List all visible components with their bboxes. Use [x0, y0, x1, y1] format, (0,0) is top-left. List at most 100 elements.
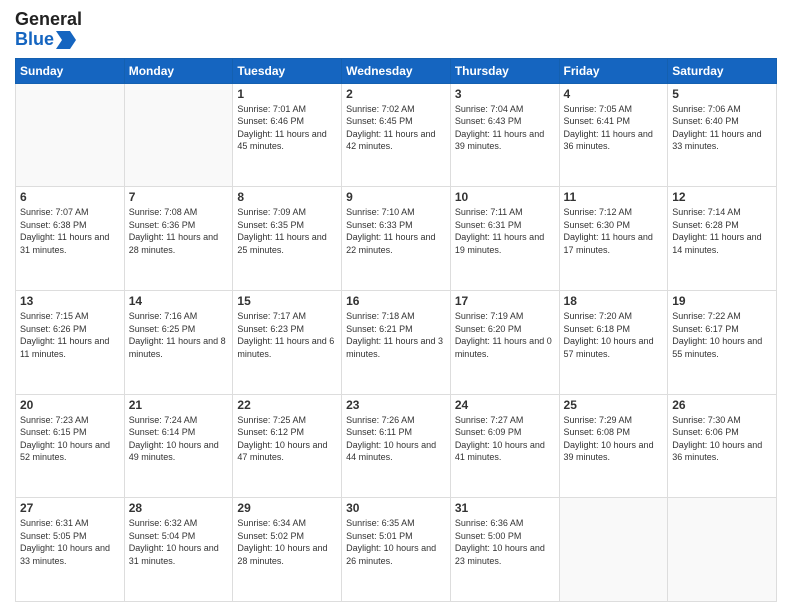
calendar-cell: 26 Sunrise: 7:30 AMSunset: 6:06 PMDayligh… [668, 394, 777, 498]
calendar-cell: 15 Sunrise: 7:17 AMSunset: 6:23 PMDayligh… [233, 290, 342, 394]
day-number: 21 [129, 398, 229, 412]
day-info: Sunrise: 7:22 AMSunset: 6:17 PMDaylight:… [672, 310, 772, 360]
day-info: Sunrise: 7:10 AMSunset: 6:33 PMDaylight:… [346, 206, 446, 256]
week-row-1: 1Sunrise: 7:01 AMSunset: 6:46 PMDaylight… [16, 83, 777, 187]
calendar-cell: 19Sunrise: 7:22 AMSunset: 6:17 PMDayligh… [668, 290, 777, 394]
calendar-cell [559, 498, 668, 602]
day-number: 18 [564, 294, 664, 308]
day-number: 15 [237, 294, 337, 308]
week-row-5: 27 Sunrise: 6:31 AMSunset: 5:05 PMDayligh… [16, 498, 777, 602]
calendar-cell: 2 Sunrise: 7:02 AMSunset: 6:45 PMDaylight… [342, 83, 451, 187]
calendar-cell: 16 Sunrise: 7:18 AMSunset: 6:21 PMDayligh… [342, 290, 451, 394]
calendar-cell: 21Sunrise: 7:24 AMSunset: 6:14 PMDayligh… [124, 394, 233, 498]
day-info: Sunrise: 6:34 AMSunset: 5:02 PMDaylight:… [237, 517, 337, 567]
weekday-thursday: Thursday [450, 58, 559, 83]
calendar-cell [124, 83, 233, 187]
day-info: Sunrise: 7:08 AMSunset: 6:36 PMDaylight:… [129, 206, 229, 256]
day-info: Sunrise: 7:15 AMSunset: 6:26 PMDaylight:… [20, 310, 120, 360]
calendar-cell: 17 Sunrise: 7:19 AMSunset: 6:20 PMDayligh… [450, 290, 559, 394]
day-info: Sunrise: 6:31 AMSunset: 5:05 PMDaylight:… [20, 517, 120, 567]
day-number: 16 [346, 294, 446, 308]
weekday-header-row: SundayMondayTuesdayWednesdayThursdayFrid… [16, 58, 777, 83]
weekday-tuesday: Tuesday [233, 58, 342, 83]
day-number: 10 [455, 190, 555, 204]
calendar-cell [16, 83, 125, 187]
day-info: Sunrise: 7:04 AMSunset: 6:43 PMDaylight:… [455, 103, 555, 153]
day-number: 5 [672, 87, 772, 101]
day-info: Sunrise: 7:30 AMSunset: 6:06 PMDaylight:… [672, 414, 772, 464]
day-number: 23 [346, 398, 446, 412]
calendar-cell: 30Sunrise: 6:35 AMSunset: 5:01 PMDayligh… [342, 498, 451, 602]
day-number: 12 [672, 190, 772, 204]
calendar-cell: 31 Sunrise: 6:36 AMSunset: 5:00 PMDayligh… [450, 498, 559, 602]
calendar-cell: 22Sunrise: 7:25 AMSunset: 6:12 PMDayligh… [233, 394, 342, 498]
calendar-cell: 6 Sunrise: 7:07 AMSunset: 6:38 PMDaylight… [16, 187, 125, 291]
day-number: 26 [672, 398, 772, 412]
day-info: Sunrise: 7:23 AMSunset: 6:15 PMDaylight:… [20, 414, 120, 464]
day-number: 13 [20, 294, 120, 308]
calendar-cell: 13 Sunrise: 7:15 AMSunset: 6:26 PMDayligh… [16, 290, 125, 394]
day-number: 22 [237, 398, 337, 412]
week-row-3: 13 Sunrise: 7:15 AMSunset: 6:26 PMDayligh… [16, 290, 777, 394]
day-info: Sunrise: 7:19 AMSunset: 6:20 PMDaylight:… [455, 310, 555, 360]
day-number: 25 [564, 398, 664, 412]
day-number: 28 [129, 501, 229, 515]
day-info: Sunrise: 7:09 AMSunset: 6:35 PMDaylight:… [237, 206, 337, 256]
day-number: 9 [346, 190, 446, 204]
day-info: Sunrise: 7:11 AMSunset: 6:31 PMDaylight:… [455, 206, 555, 256]
calendar-cell: 12 Sunrise: 7:14 AMSunset: 6:28 PMDayligh… [668, 187, 777, 291]
logo: General Blue [15, 10, 82, 50]
calendar-cell: 5 Sunrise: 7:06 AMSunset: 6:40 PMDaylight… [668, 83, 777, 187]
weekday-saturday: Saturday [668, 58, 777, 83]
calendar-cell: 8 Sunrise: 7:09 AMSunset: 6:35 PMDaylight… [233, 187, 342, 291]
calendar-cell: 7 Sunrise: 7:08 AMSunset: 6:36 PMDaylight… [124, 187, 233, 291]
day-info: Sunrise: 7:07 AMSunset: 6:38 PMDaylight:… [20, 206, 120, 256]
calendar-table: SundayMondayTuesdayWednesdayThursdayFrid… [15, 58, 777, 602]
weekday-friday: Friday [559, 58, 668, 83]
day-number: 29 [237, 501, 337, 515]
day-number: 6 [20, 190, 120, 204]
day-number: 27 [20, 501, 120, 515]
day-info: Sunrise: 7:06 AMSunset: 6:40 PMDaylight:… [672, 103, 772, 153]
day-info: Sunrise: 7:16 AMSunset: 6:25 PMDaylight:… [129, 310, 229, 360]
day-info: Sunrise: 7:26 AMSunset: 6:11 PMDaylight:… [346, 414, 446, 464]
logo-arrow-icon [56, 31, 76, 49]
calendar-cell: 24 Sunrise: 7:27 AMSunset: 6:09 PMDayligh… [450, 394, 559, 498]
weekday-monday: Monday [124, 58, 233, 83]
day-number: 20 [20, 398, 120, 412]
day-number: 3 [455, 87, 555, 101]
day-info: Sunrise: 7:27 AMSunset: 6:09 PMDaylight:… [455, 414, 555, 464]
calendar-cell: 10 Sunrise: 7:11 AMSunset: 6:31 PMDayligh… [450, 187, 559, 291]
day-number: 4 [564, 87, 664, 101]
calendar-cell: 28Sunrise: 6:32 AMSunset: 5:04 PMDayligh… [124, 498, 233, 602]
day-info: Sunrise: 7:18 AMSunset: 6:21 PMDaylight:… [346, 310, 446, 360]
day-number: 17 [455, 294, 555, 308]
calendar-cell: 3 Sunrise: 7:04 AMSunset: 6:43 PMDaylight… [450, 83, 559, 187]
day-info: Sunrise: 7:14 AMSunset: 6:28 PMDaylight:… [672, 206, 772, 256]
calendar-cell [668, 498, 777, 602]
calendar-cell: 20 Sunrise: 7:23 AMSunset: 6:15 PMDayligh… [16, 394, 125, 498]
calendar-cell: 25 Sunrise: 7:29 AMSunset: 6:08 PMDayligh… [559, 394, 668, 498]
week-row-4: 20 Sunrise: 7:23 AMSunset: 6:15 PMDayligh… [16, 394, 777, 498]
day-info: Sunrise: 7:20 AMSunset: 6:18 PMDaylight:… [564, 310, 664, 360]
day-number: 8 [237, 190, 337, 204]
header: General Blue [15, 10, 777, 50]
day-number: 31 [455, 501, 555, 515]
day-info: Sunrise: 7:29 AMSunset: 6:08 PMDaylight:… [564, 414, 664, 464]
day-number: 24 [455, 398, 555, 412]
day-info: Sunrise: 7:17 AMSunset: 6:23 PMDaylight:… [237, 310, 337, 360]
calendar-cell: 4 Sunrise: 7:05 AMSunset: 6:41 PMDaylight… [559, 83, 668, 187]
day-info: Sunrise: 7:05 AMSunset: 6:41 PMDaylight:… [564, 103, 664, 153]
weekday-wednesday: Wednesday [342, 58, 451, 83]
weekday-sunday: Sunday [16, 58, 125, 83]
calendar-cell: 9 Sunrise: 7:10 AMSunset: 6:33 PMDaylight… [342, 187, 451, 291]
calendar-cell: 14Sunrise: 7:16 AMSunset: 6:25 PMDayligh… [124, 290, 233, 394]
day-info: Sunrise: 6:35 AMSunset: 5:01 PMDaylight:… [346, 517, 446, 567]
day-info: Sunrise: 6:36 AMSunset: 5:00 PMDaylight:… [455, 517, 555, 567]
day-number: 7 [129, 190, 229, 204]
day-number: 2 [346, 87, 446, 101]
calendar-cell: 23 Sunrise: 7:26 AMSunset: 6:11 PMDayligh… [342, 394, 451, 498]
calendar-cell: 18 Sunrise: 7:20 AMSunset: 6:18 PMDayligh… [559, 290, 668, 394]
day-info: Sunrise: 7:02 AMSunset: 6:45 PMDaylight:… [346, 103, 446, 153]
day-number: 1 [237, 87, 337, 101]
